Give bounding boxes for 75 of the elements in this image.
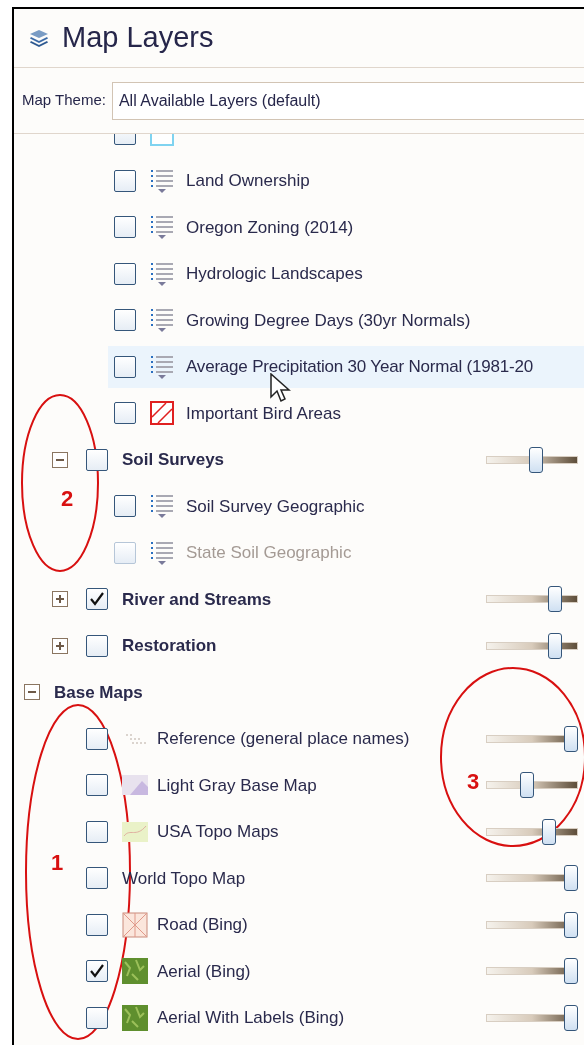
legend-icon: [150, 307, 174, 334]
checkbox[interactable]: [114, 402, 136, 425]
aerial-photo-icon: [122, 1004, 148, 1031]
opacity-slider[interactable]: [486, 632, 578, 659]
checkbox[interactable]: [114, 169, 136, 192]
checkbox[interactable]: [86, 448, 108, 471]
map-thumbnail-icon: [122, 773, 148, 798]
layer-label[interactable]: Oregon Zoning (2014): [186, 214, 354, 240]
legend-icon: [150, 493, 174, 520]
group-label: Restoration: [122, 635, 217, 657]
checkbox[interactable]: [86, 634, 108, 657]
layer-label[interactable]: Aerial With Labels (Bing): [157, 1005, 345, 1031]
checkbox[interactable]: [114, 262, 136, 285]
map-theme-label: Map Theme:: [22, 90, 106, 111]
checkbox[interactable]: [114, 216, 136, 239]
map-thumbnail-icon: [122, 819, 148, 844]
layers-icon: [28, 28, 50, 48]
opacity-slider[interactable]: [486, 958, 578, 984]
road-map-icon: [122, 911, 148, 938]
mouse-cursor-icon: [270, 373, 292, 405]
checkbox[interactable]: [86, 588, 108, 611]
checkbox[interactable]: [86, 774, 108, 797]
layer-label[interactable]: Reference (general place names): [157, 726, 410, 752]
layer-label[interactable]: Growing Degree Days (30yr Normals): [186, 307, 471, 333]
slider-thumb[interactable]: [548, 586, 563, 612]
slider-thumb[interactable]: [564, 1004, 578, 1031]
opacity-slider[interactable]: [486, 446, 578, 473]
group-label: River and Streams: [122, 588, 272, 611]
panel-title: Map Layers: [62, 20, 214, 56]
legend-icon: [150, 539, 174, 566]
section-label: Base Maps: [54, 681, 143, 704]
layer-label[interactable]: Soil Survey Geographic: [186, 493, 365, 519]
layer-label[interactable]: Average Precipitation 30 Year Normal (1981-20: [186, 354, 533, 380]
slider-thumb[interactable]: [548, 632, 563, 659]
opacity-slider[interactable]: [486, 586, 578, 612]
layer-label[interactable]: Hydrologic Landscapes: [186, 261, 363, 287]
opacity-slider[interactable]: [486, 1004, 578, 1031]
layer-label[interactable]: USA Topo Maps: [157, 819, 279, 845]
checkbox[interactable]: [86, 867, 108, 890]
checkbox[interactable]: [114, 355, 136, 378]
opacity-slider[interactable]: [486, 818, 578, 845]
aerial-photo-icon: [122, 958, 148, 985]
annotation-number: 2: [60, 486, 74, 511]
opacity-slider[interactable]: [486, 772, 578, 798]
layer-label[interactable]: Light Gray Base Map: [157, 772, 317, 798]
slider-thumb[interactable]: [564, 958, 578, 984]
checkbox[interactable]: [86, 820, 108, 843]
opacity-slider[interactable]: [486, 725, 578, 752]
layer-label[interactable]: Important Bird Areas: [186, 400, 341, 426]
group-label: Soil Surveys: [122, 449, 225, 471]
slider-thumb[interactable]: [564, 865, 578, 891]
map-theme-dropdown[interactable]: All Available Layers (default): [111, 81, 584, 120]
opacity-slider[interactable]: [486, 911, 578, 938]
annotation-number: 1: [50, 850, 64, 875]
hatched-square-icon: [150, 401, 174, 426]
legend-icon: [150, 353, 174, 380]
layer-label[interactable]: Road (Bing): [157, 912, 248, 938]
checkbox[interactable]: [86, 913, 108, 936]
slider-thumb[interactable]: [564, 725, 578, 752]
checkbox[interactable]: [114, 495, 136, 518]
layer-label[interactable]: Land Ownership: [186, 168, 310, 194]
opacity-slider[interactable]: [486, 865, 578, 891]
slider-thumb[interactable]: [542, 818, 557, 845]
checkbox[interactable]: [114, 309, 136, 332]
legend-icon: [150, 260, 174, 287]
layer-label[interactable]: Aerial (Bing): [157, 958, 251, 984]
annotation-number: 3: [466, 769, 480, 794]
collapse-icon[interactable]: [24, 684, 40, 701]
expand-icon[interactable]: [52, 591, 68, 608]
checkbox[interactable]: [86, 727, 108, 750]
slider-thumb[interactable]: [564, 911, 578, 938]
checkbox[interactable]: [86, 1006, 108, 1029]
checkbox[interactable]: [86, 960, 108, 983]
legend-icon: [150, 167, 174, 194]
legend-icon: [150, 214, 174, 241]
